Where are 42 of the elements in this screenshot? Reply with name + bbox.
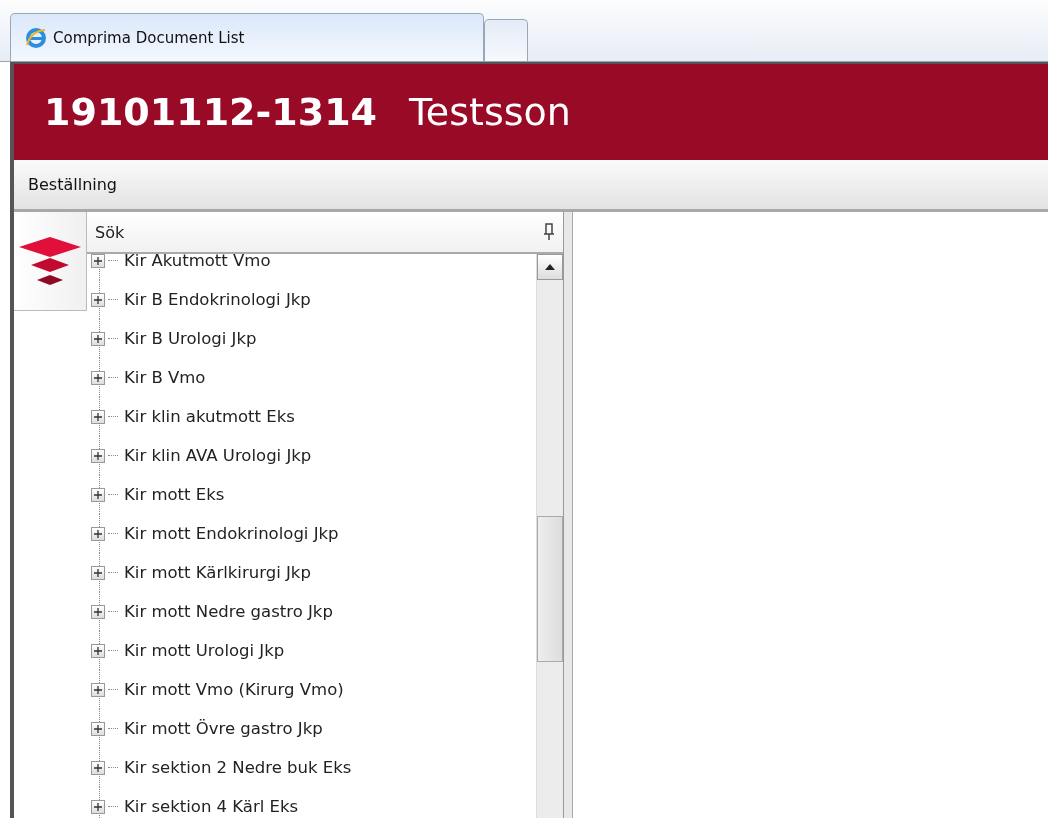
tree-item[interactable]: Kir mott Endokrinologi Jkp	[124, 524, 339, 543]
expander-icon[interactable]	[91, 487, 105, 502]
patient-id: 19101112-1314	[44, 90, 378, 134]
tree-item[interactable]: Kir mott Vmo (Kirurg Vmo)	[124, 680, 344, 699]
pin-icon[interactable]	[543, 223, 555, 241]
tree-item[interactable]: Kir sektion 2 Nedre buk Eks	[124, 758, 352, 777]
tree-item[interactable]: Kir mott Eks	[124, 485, 225, 504]
expander-icon[interactable]	[91, 409, 105, 424]
tree-item[interactable]: Kir mott Nedre gastro Jkp	[124, 602, 333, 621]
browser-tab[interactable]: Comprima Document List	[10, 13, 484, 61]
patient-name: Testsson	[409, 90, 571, 134]
expander-icon[interactable]	[91, 526, 105, 541]
scroll-thumb[interactable]	[537, 516, 563, 662]
tree-item[interactable]: Kir B Endokrinologi Jkp	[124, 290, 311, 309]
scroll-up-button[interactable]	[537, 254, 563, 280]
tree-item[interactable]: Kir mott Kärlkirurgi Jkp	[124, 563, 311, 582]
tree-item[interactable]: Kir sektion 4 Kärl Eks	[124, 797, 299, 816]
tree-item[interactable]: Kir mott Övre gastro Jkp	[124, 719, 323, 738]
expander-icon[interactable]	[91, 604, 105, 619]
expander-icon[interactable]	[91, 331, 105, 346]
expander-icon[interactable]	[91, 448, 105, 463]
tree-item[interactable]: Kir B Urologi Jkp	[124, 329, 257, 348]
up-arrow-icon	[545, 264, 555, 270]
expander-icon[interactable]	[91, 682, 105, 697]
tree-item[interactable]: Kir klin akutmott Eks	[124, 407, 295, 426]
expander-icon[interactable]	[91, 643, 105, 658]
toolbar-button[interactable]: Beställning	[28, 175, 117, 194]
tree-item[interactable]: Kir B Vmo	[124, 368, 206, 387]
tree-item[interactable]: Kir Akutmott Vmo	[124, 254, 271, 270]
expander-icon[interactable]	[91, 721, 105, 736]
scrollbar[interactable]	[536, 254, 563, 818]
tree-item[interactable]: Kir mott Urologi Jkp	[124, 641, 285, 660]
expander-icon[interactable]	[91, 292, 105, 307]
expander-icon[interactable]	[91, 370, 105, 385]
panel-title: Sök	[95, 222, 125, 242]
expander-icon[interactable]	[91, 760, 105, 775]
expander-icon[interactable]	[91, 799, 105, 814]
tree-item[interactable]: Kir klin AVA Urologi Jkp	[124, 446, 312, 465]
expander-icon[interactable]	[91, 254, 105, 268]
expander-icon[interactable]	[91, 565, 105, 580]
logo-icon	[14, 212, 87, 311]
browser-logo-icon	[25, 26, 47, 49]
